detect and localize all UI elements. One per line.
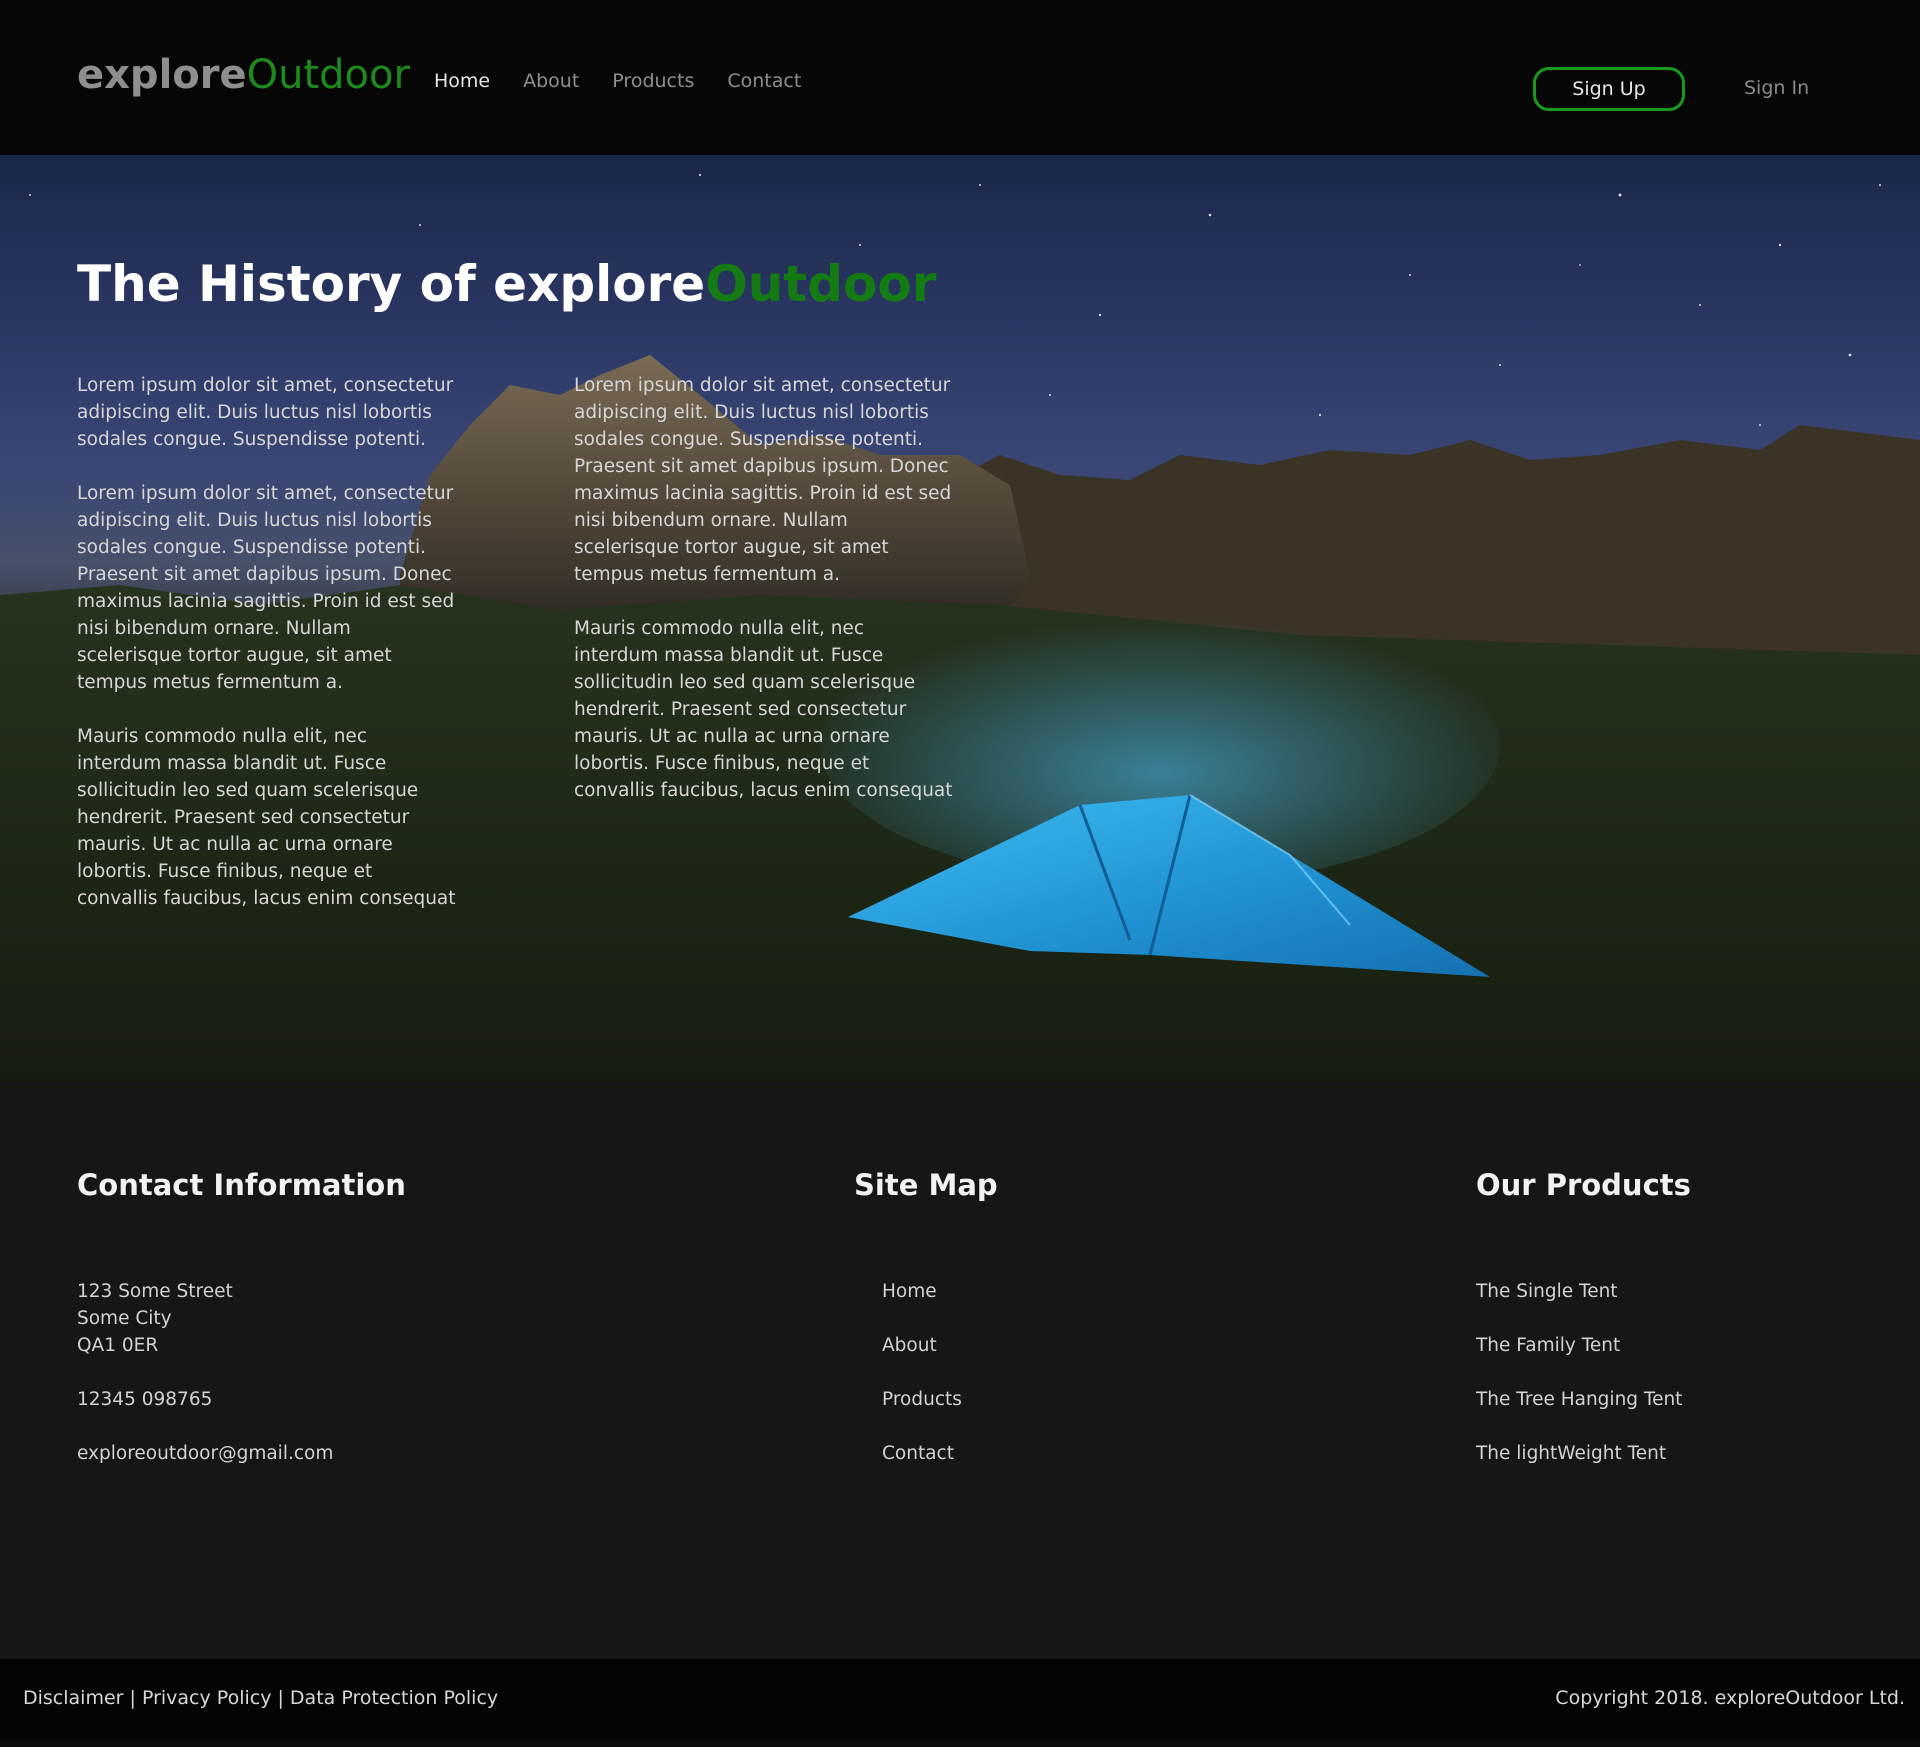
sign-up-button[interactable]: Sign Up — [1533, 67, 1685, 111]
contact-street: 123 Some Street — [77, 1281, 233, 1302]
legal-separator: | — [123, 1687, 142, 1709]
history-paragraph: Mauris commodo nulla elit, nec interdum … — [574, 618, 953, 801]
product-link[interactable]: The lightWeight Tent — [1476, 1440, 1682, 1467]
nav-home[interactable]: Home — [434, 70, 490, 92]
history-paragraph: Lorem ipsum dolor sit amet, consectetur … — [574, 375, 952, 585]
product-link[interactable]: The Family Tent — [1476, 1332, 1682, 1359]
legal-links: Disclaimer | Privacy Policy | Data Prote… — [23, 1687, 498, 1709]
main-nav: Home About Products Contact — [434, 70, 801, 92]
nav-about[interactable]: About — [523, 70, 579, 92]
contact-city: Some City — [77, 1308, 172, 1329]
nav-products[interactable]: Products — [612, 70, 694, 92]
product-link[interactable]: The Tree Hanging Tent — [1476, 1386, 1682, 1413]
hero-title-part2: Outdoor — [705, 255, 937, 313]
history-column-right: Lorem ipsum dolor sit amet, consectetur … — [574, 372, 954, 831]
products-links: The Single Tent The Family Tent The Tree… — [1476, 1278, 1682, 1467]
history-paragraph: Lorem ipsum dolor sit amet, consectetur … — [77, 375, 454, 450]
legal-bar: Disclaimer | Privacy Policy | Data Prote… — [0, 1659, 1920, 1739]
contact-heading: Contact Information — [77, 1168, 406, 1202]
history-column-left: Lorem ipsum dolor sit amet, consectetur … — [77, 372, 457, 939]
hero-title-part1: The History of explore — [77, 255, 706, 313]
contact-phone[interactable]: 12345 098765 — [77, 1386, 333, 1413]
contact-email[interactable]: exploreoutdoor@gmail.com — [77, 1440, 333, 1467]
sitemap-link-contact[interactable]: Contact — [882, 1440, 962, 1467]
sitemap-link-home[interactable]: Home — [882, 1278, 962, 1305]
site-footer: Contact Information 123 Some Street Some… — [0, 1082, 1920, 1659]
data-protection-link[interactable]: Data Protection Policy — [290, 1687, 498, 1709]
hero-section: The History of exploreOutdoor Lorem ipsu… — [0, 155, 1920, 1082]
sign-in-link[interactable]: Sign In — [1744, 77, 1809, 99]
contact-details: 123 Some Street Some City QA1 0ER 12345 … — [77, 1278, 333, 1467]
site-header: exploreOutdoor Home About Products Conta… — [0, 0, 1920, 155]
sitemap-heading: Site Map — [854, 1168, 998, 1202]
contact-postcode: QA1 0ER — [77, 1335, 159, 1356]
hero-title: The History of exploreOutdoor — [77, 255, 936, 313]
legal-separator: | — [271, 1687, 290, 1709]
history-paragraph: Lorem ipsum dolor sit amet, consectetur … — [77, 483, 455, 693]
sitemap-link-products[interactable]: Products — [882, 1386, 962, 1413]
sitemap-link-about[interactable]: About — [882, 1332, 962, 1359]
product-link[interactable]: The Single Tent — [1476, 1278, 1682, 1305]
privacy-policy-link[interactable]: Privacy Policy — [142, 1687, 271, 1709]
disclaimer-link[interactable]: Disclaimer — [23, 1687, 123, 1709]
copyright-text: Copyright 2018. exploreOutdoor Ltd. — [1555, 1687, 1905, 1709]
products-heading: Our Products — [1476, 1168, 1691, 1202]
history-paragraph: Mauris commodo nulla elit, nec interdum … — [77, 726, 456, 909]
nav-contact[interactable]: Contact — [727, 70, 801, 92]
sitemap-links: Home About Products Contact — [882, 1278, 962, 1467]
logo[interactable]: exploreOutdoor — [77, 52, 410, 98]
logo-part-explore: explore — [77, 52, 247, 98]
logo-part-outdoor: Outdoor — [246, 52, 410, 98]
